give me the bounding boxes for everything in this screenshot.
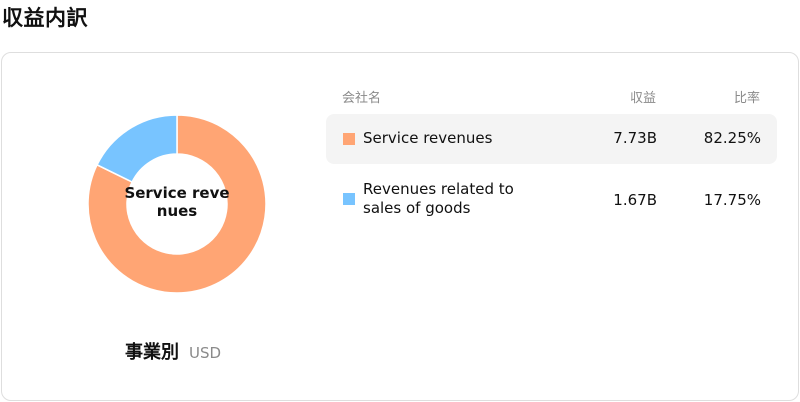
revenue-breakdown-card: Service revenues 事業別 USD 会社名 収益 比率 Servi… (1, 52, 799, 401)
row-revenue: 7.73B (613, 129, 657, 147)
row-ratio: 82.25% (703, 129, 761, 147)
donut-center-label: Service revenues (124, 184, 230, 220)
table-row[interactable]: Service revenues 7.73B 82.25% (326, 114, 777, 164)
column-header-ratio: 比率 (733, 91, 760, 106)
caption-currency: USD (189, 344, 222, 362)
chart-caption: 事業別 USD (125, 338, 221, 364)
caption-segment: 事業別 (125, 342, 179, 363)
row-ratio: 17.75% (703, 191, 761, 209)
legend-swatch-blue (343, 193, 355, 205)
row-revenue: 1.67B (613, 191, 657, 209)
column-header-company: 会社名 (342, 91, 382, 106)
table-header: 会社名 収益 比率 (342, 87, 766, 107)
table-row[interactable]: Revenues related to sales of goods 1.67B… (326, 176, 777, 226)
row-name: Service revenues (363, 129, 493, 147)
row-name: Revenues related to sales of goods (363, 180, 514, 217)
column-header-revenue: 収益 (629, 91, 656, 106)
legend-swatch-orange (343, 133, 355, 145)
page-title: 収益内訳 (2, 6, 88, 30)
